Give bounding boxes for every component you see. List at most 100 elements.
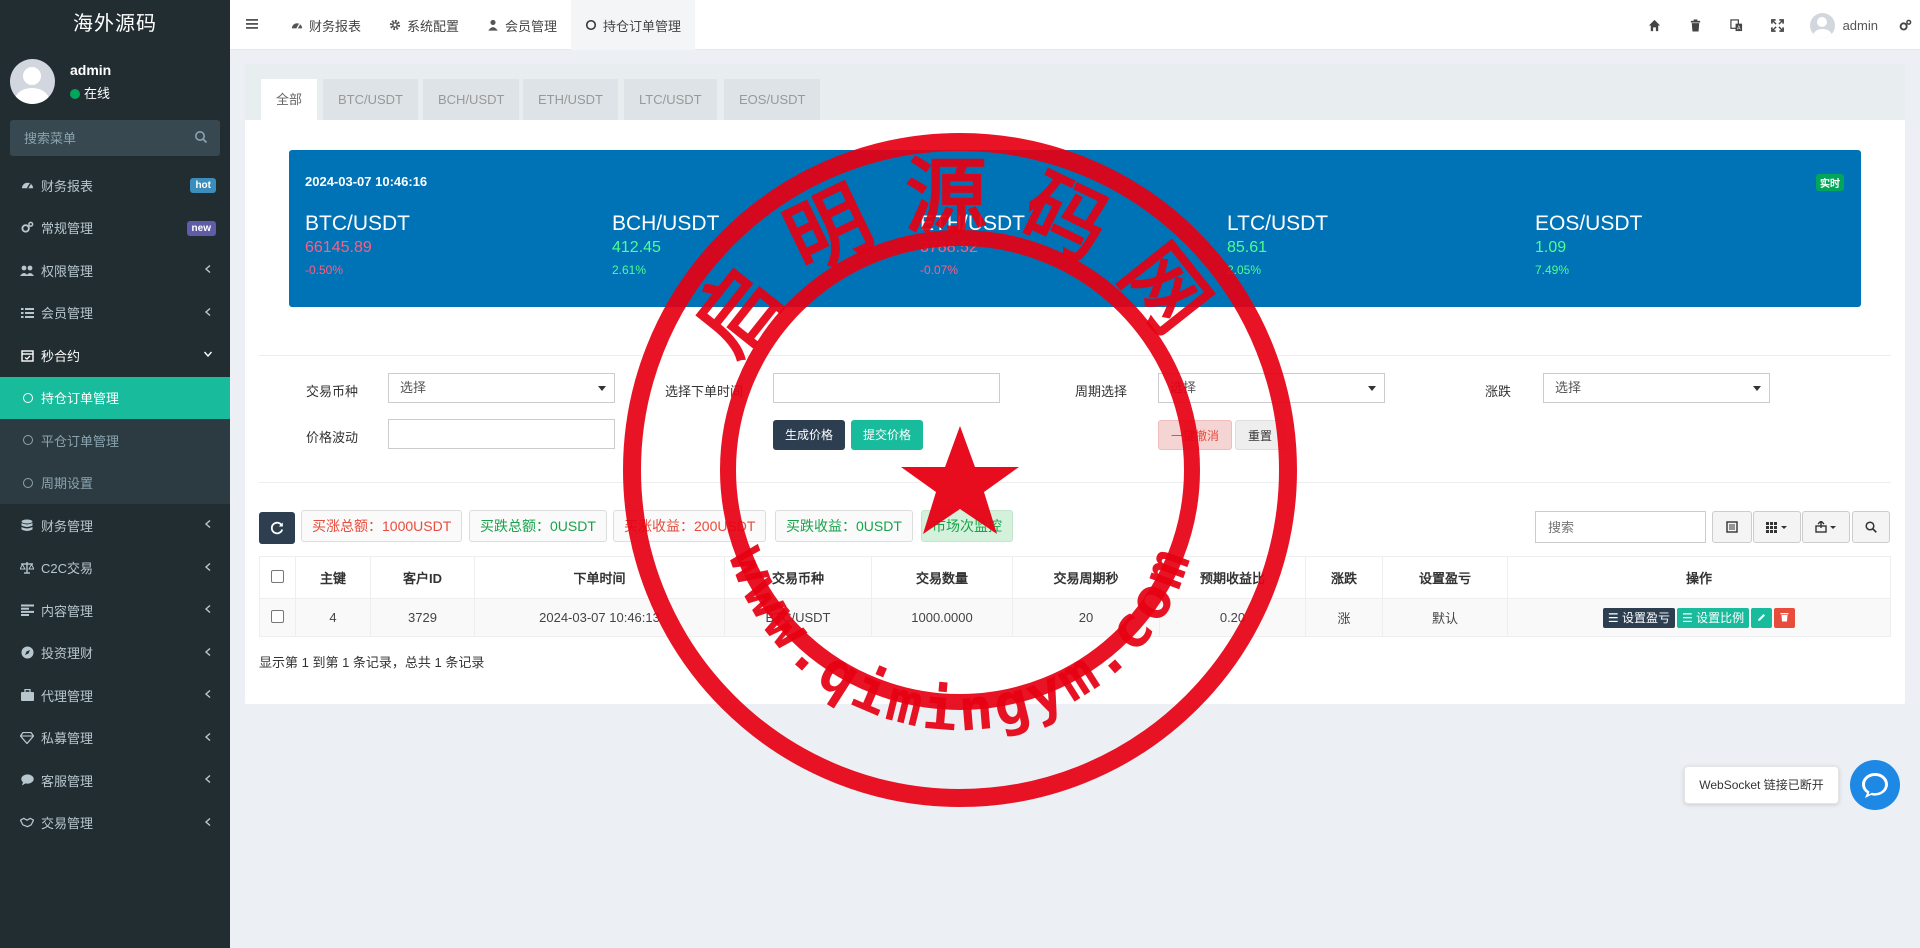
tab-btc[interactable]: BTC/USDT <box>323 79 418 120</box>
column-header: 操作 <box>1507 556 1891 599</box>
chat-button[interactable] <box>1850 760 1900 810</box>
period-select-value: 选择 <box>1170 380 1197 395</box>
edit-button[interactable] <box>1751 607 1773 628</box>
sidebar-item-trade[interactable]: 交易管理 <box>0 802 230 845</box>
list-icon: ☰ <box>1682 610 1693 625</box>
set-profit-loss-button[interactable]: ☰ 设置盈亏 <box>1602 607 1675 628</box>
refresh-button[interactable] <box>259 512 295 544</box>
sidebar-item-content[interactable]: 内容管理 <box>0 589 230 632</box>
coin-select-value: 选择 <box>400 380 427 395</box>
sidebar-item-label: 代理管理 <box>41 688 94 704</box>
columns-button[interactable] <box>1753 511 1801 543</box>
column-header[interactable]: 交易币种 <box>724 556 872 599</box>
circle-icon <box>585 19 597 31</box>
sidebar-item-label: 私募管理 <box>41 731 94 747</box>
advanced-search-button[interactable] <box>1852 511 1890 543</box>
cancel-all-button[interactable]: 一键撤消 <box>1158 420 1233 450</box>
trash-icon <box>1780 612 1789 621</box>
select-all-checkbox[interactable] <box>271 569 284 583</box>
toggle-view-button[interactable] <box>1712 511 1752 543</box>
submenu-second-contract: 持仓订单管理 平仓订单管理 周期设置 <box>0 376 230 505</box>
sidebar-sub-period-settings[interactable]: 周期设置 <box>0 462 230 505</box>
volatility-input[interactable] <box>388 419 615 449</box>
column-header[interactable]: 涨跌 <box>1305 556 1383 599</box>
logo[interactable]: 海外源码 <box>0 0 230 50</box>
row-checkbox[interactable] <box>271 609 284 623</box>
sidebar-item-permission[interactable]: 权限管理 <box>0 249 230 292</box>
menu-toggle-icon[interactable] <box>245 17 259 31</box>
coin-select[interactable]: 选择 <box>388 373 615 403</box>
tab-member-management[interactable]: 会员管理 <box>473 0 571 50</box>
column-header[interactable]: 交易周期秒 <box>1012 556 1160 599</box>
order-time-input[interactable] <box>773 373 1000 403</box>
sidebar-item-private-equity[interactable]: 私募管理 <box>0 717 230 760</box>
column-header[interactable]: 下单时间 <box>474 556 725 599</box>
chat-bubble-icon <box>1862 773 1888 798</box>
home-icon <box>1648 19 1660 31</box>
reset-button[interactable]: 重置 <box>1235 420 1286 450</box>
row-select-cell[interactable] <box>259 598 296 637</box>
set-ratio-button[interactable]: ☰ 设置比例 <box>1677 607 1750 628</box>
hot-badge: hot <box>190 178 216 193</box>
column-header[interactable]: 预期收益比 <box>1159 556 1306 599</box>
sidebar-item-second-contract[interactable]: 秒合约 <box>0 334 230 377</box>
sidebar-item-member[interactable]: 会员管理 <box>0 292 230 335</box>
coin-price: 66145.89 <box>305 239 372 256</box>
sidebar-item-general[interactable]: 常规管理 new <box>0 207 230 250</box>
caret-down-icon <box>1368 386 1376 391</box>
circle-icon <box>23 435 33 446</box>
column-header[interactable]: 客户ID <box>370 556 475 599</box>
tab-system-config[interactable]: 系统配置 <box>375 0 473 50</box>
online-dot-icon <box>70 89 80 99</box>
sidebar-item-invest[interactable]: 投资理财 <box>0 632 230 675</box>
column-header[interactable]: 主键 <box>295 556 371 599</box>
tab-eth[interactable]: ETH/USDT <box>523 79 618 120</box>
export-button[interactable] <box>1802 511 1850 543</box>
clear-cache-button[interactable] <box>1675 0 1716 50</box>
language-button[interactable]: A <box>1716 0 1757 50</box>
tab-all[interactable]: 全部 <box>261 79 318 120</box>
user-panel: admin 在线 <box>0 50 230 120</box>
chevron-left-icon <box>204 647 211 656</box>
sidebar-sub-position-orders[interactable]: 持仓订单管理 <box>0 376 230 419</box>
sidebar-search-input[interactable] <box>10 120 180 156</box>
sidebar-item-c2c[interactable]: C2C交易 <box>0 547 230 590</box>
sidebar-item-agent[interactable]: 代理管理 <box>0 674 230 717</box>
sidebar-item-finance[interactable]: 财务管理 <box>0 504 230 547</box>
select-all-header[interactable] <box>259 556 296 599</box>
updown-select[interactable]: 选择 <box>1543 373 1770 403</box>
home-button[interactable] <box>1634 0 1675 50</box>
chevron-left-icon <box>204 605 211 613</box>
ticker-datetime: 2024-03-07 10:46:16 <box>305 174 428 189</box>
generate-price-button[interactable]: 生成价格 <box>773 420 846 450</box>
dashboard-icon <box>291 23 303 29</box>
chevron-left-icon <box>204 817 211 826</box>
tab-eos[interactable]: EOS/USDT <box>724 79 821 120</box>
table-search-input[interactable] <box>1535 511 1706 543</box>
user-status: 在线 <box>70 83 110 102</box>
sidebar-sub-closed-orders[interactable]: 平仓订单管理 <box>0 419 230 462</box>
tab-finance-report[interactable]: 财务报表 <box>277 0 375 50</box>
settings-button[interactable] <box>1890 0 1920 50</box>
tab-ltc[interactable]: LTC/USDT <box>624 79 717 120</box>
market-monitor-button[interactable]: 市场次监控 <box>921 510 1013 542</box>
period-select[interactable]: 选择 <box>1158 373 1385 403</box>
user-status-text: 在线 <box>84 86 111 101</box>
sidebar-item-label: C2C交易 <box>41 561 94 577</box>
websocket-status-popup: WebSocket 链接已断开 <box>1684 766 1839 804</box>
search-icon[interactable] <box>194 130 208 144</box>
fullscreen-button[interactable] <box>1757 0 1798 50</box>
tab-bch[interactable]: BCH/USDT <box>423 79 520 120</box>
buy-up-total-badge: 买涨总额：1000USDT <box>301 510 463 542</box>
chevron-left-icon <box>204 520 211 528</box>
column-header[interactable]: 设置盈亏 <box>1382 556 1508 599</box>
sidebar-item-finance-report[interactable]: 财务报表 hot <box>0 164 230 207</box>
header-user-menu[interactable]: admin <box>1798 12 1890 38</box>
sidebar-item-customer-service[interactable]: 客服管理 <box>0 759 230 802</box>
delete-button[interactable] <box>1774 607 1796 628</box>
coin-change: 2.61% <box>612 263 647 277</box>
tab-position-orders[interactable]: 持仓订单管理 <box>571 0 696 50</box>
submit-price-button[interactable]: 提交价格 <box>851 420 924 450</box>
column-header[interactable]: 交易数量 <box>871 556 1013 599</box>
sidebar-item-label: 财务报表 <box>41 178 94 194</box>
